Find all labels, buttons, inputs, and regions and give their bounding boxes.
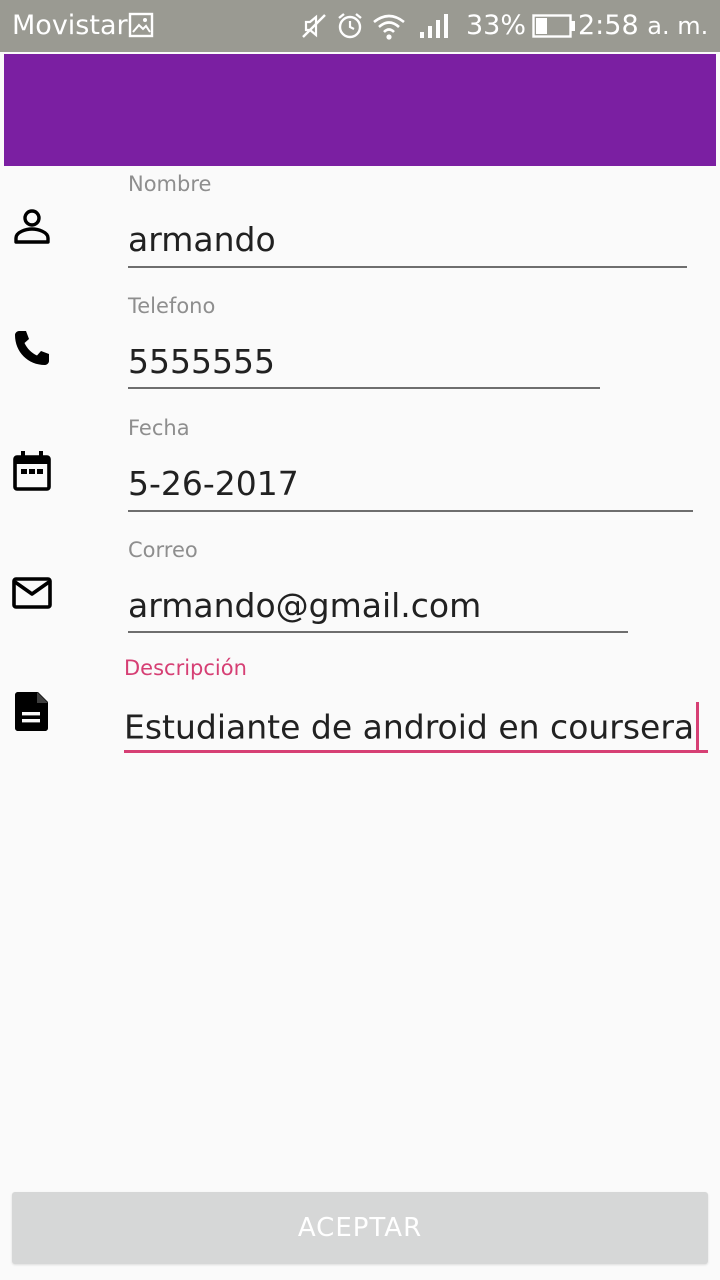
text-cursor xyxy=(696,702,700,752)
email-label: Correo xyxy=(128,538,198,562)
phone-field[interactable]: Telefono 5555555 xyxy=(0,288,720,398)
clock-time: 2:58 xyxy=(578,10,639,41)
date-label: Fecha xyxy=(128,416,190,440)
app-bar xyxy=(4,54,716,166)
wifi-icon xyxy=(373,14,405,40)
phone-input[interactable]: 5555555 xyxy=(128,342,275,381)
phone-label: Telefono xyxy=(128,294,216,318)
calendar-icon xyxy=(13,451,51,491)
clock-ampm: a. m. xyxy=(647,12,709,40)
description-value: Estudiante de android en coursera xyxy=(124,707,695,747)
description-field[interactable]: Descripción Estudiante de android en cou… xyxy=(0,652,720,762)
mail-icon xyxy=(12,577,52,609)
clock: 2:58 a. m. xyxy=(578,10,708,41)
image-notification-icon xyxy=(128,12,154,38)
signal-icon xyxy=(420,14,448,38)
phone-underline xyxy=(128,387,600,389)
status-bar-right: 33% 2:58 a. m. xyxy=(300,0,720,52)
date-field[interactable]: Fecha 5-26-2017 xyxy=(0,410,720,522)
phone-icon xyxy=(15,331,49,365)
accept-button[interactable]: ACEPTAR xyxy=(12,1192,708,1264)
alarm-icon xyxy=(338,13,362,39)
email-input[interactable]: armando@gmail.com xyxy=(128,586,481,625)
date-underline xyxy=(128,510,693,512)
name-label: Nombre xyxy=(128,172,212,196)
description-icon xyxy=(15,692,48,731)
description-underline xyxy=(124,750,708,753)
email-field[interactable]: Correo armando@gmail.com xyxy=(0,532,720,642)
status-bar: Movistar 33% 2:58 a. m. xyxy=(0,0,720,52)
carrier-name: Movistar xyxy=(12,10,128,41)
person-icon xyxy=(14,209,50,244)
description-label: Descripción xyxy=(124,656,247,680)
name-field[interactable]: Nombre armando xyxy=(0,166,720,276)
description-input[interactable]: Estudiante de android en coursera xyxy=(124,702,700,754)
battery-percent: 33% xyxy=(466,10,527,41)
name-underline xyxy=(128,266,687,268)
email-underline xyxy=(128,631,628,633)
date-input[interactable]: 5-26-2017 xyxy=(128,464,299,503)
battery-icon xyxy=(532,14,575,38)
mute-icon xyxy=(302,14,326,38)
name-input[interactable]: armando xyxy=(128,220,276,259)
